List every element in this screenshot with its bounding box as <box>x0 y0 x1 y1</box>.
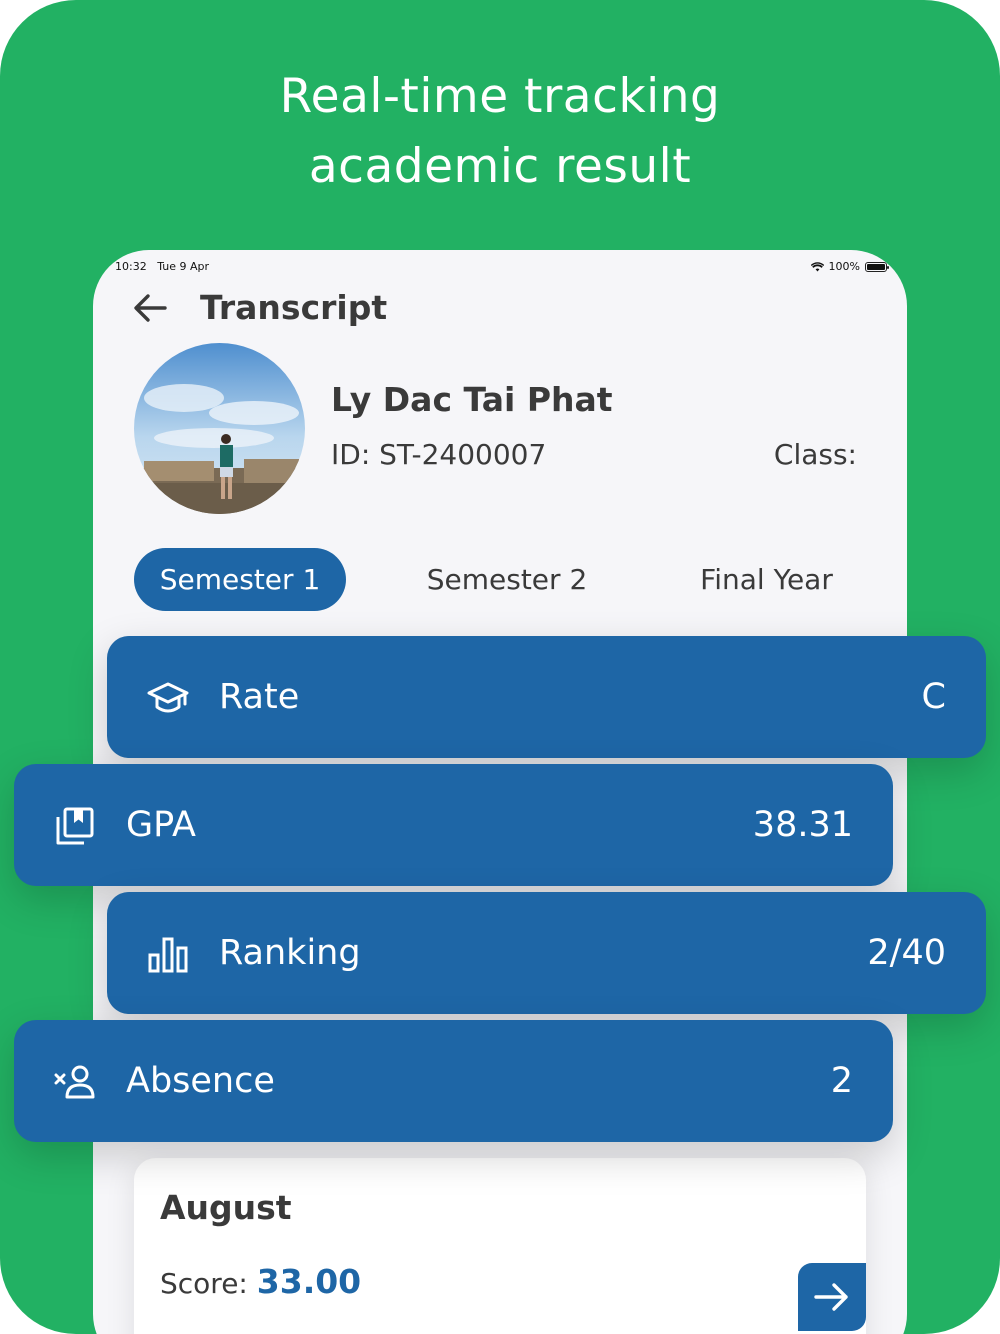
promo-frame: Real-time tracking academic result 10:32… <box>0 0 1000 1334</box>
person-remove-icon <box>54 1065 95 1099</box>
battery-icon <box>865 261 889 272</box>
gpa-label: GPA <box>126 805 196 845</box>
absence-card[interactable]: Absence 2 <box>14 1020 893 1142</box>
rate-card[interactable]: Rate C <box>107 636 986 758</box>
semester-tabs: Semester 1 Semester 2 Final Year <box>134 548 864 611</box>
gpa-card[interactable]: GPA 38.31 <box>14 764 893 886</box>
rate-value: C <box>921 677 946 717</box>
page-header: Transcript <box>131 288 387 327</box>
absence-label: Absence <box>126 1061 275 1101</box>
ranking-card[interactable]: Ranking 2/40 <box>107 892 986 1014</box>
ranking-value: 2/40 <box>867 933 946 973</box>
absence-value: 2 <box>830 1061 853 1101</box>
student-name: Ly Dac Tai Phat <box>331 380 613 419</box>
back-arrow-icon[interactable] <box>131 289 169 327</box>
tab-semester-1[interactable]: Semester 1 <box>134 548 346 611</box>
tab-final-year[interactable]: Final Year <box>654 548 879 611</box>
status-date: Tue 9 Apr <box>157 260 210 273</box>
tab-semester-2[interactable]: Semester 2 <box>379 548 635 611</box>
open-month-button[interactable] <box>798 1263 866 1331</box>
headline-line-1: Real-time tracking <box>279 69 721 124</box>
student-class: Class: <box>773 438 857 471</box>
rate-label: Rate <box>219 677 300 717</box>
arrow-right-icon <box>814 1283 848 1311</box>
bookmark-stack-icon <box>56 807 94 845</box>
page-title: Transcript <box>200 288 388 327</box>
month-title: August <box>160 1188 292 1227</box>
promo-headline: Real-time tracking academic result <box>0 62 1000 202</box>
headline-line-2: academic result <box>308 139 692 194</box>
score-row: Score: 33.00 <box>160 1262 361 1301</box>
status-bar-left: 10:32 Tue 9 Apr <box>115 260 209 273</box>
graduation-cap-icon <box>147 682 189 713</box>
wifi-icon <box>810 261 824 271</box>
gpa-value: 38.31 <box>752 805 853 845</box>
ranking-label: Ranking <box>219 933 361 973</box>
bar-chart-icon <box>148 937 188 973</box>
status-time: 10:32 <box>115 260 147 273</box>
battery-percent: 100% <box>828 260 860 273</box>
student-id: ID: ST-2400007 <box>331 438 547 471</box>
score-value: 33.00 <box>256 1262 362 1301</box>
avatar <box>134 343 305 514</box>
status-bar-right: 100% <box>810 260 889 273</box>
month-result-card[interactable]: August Score: 33.00 <box>134 1158 866 1334</box>
score-label: Score: <box>160 1267 257 1300</box>
